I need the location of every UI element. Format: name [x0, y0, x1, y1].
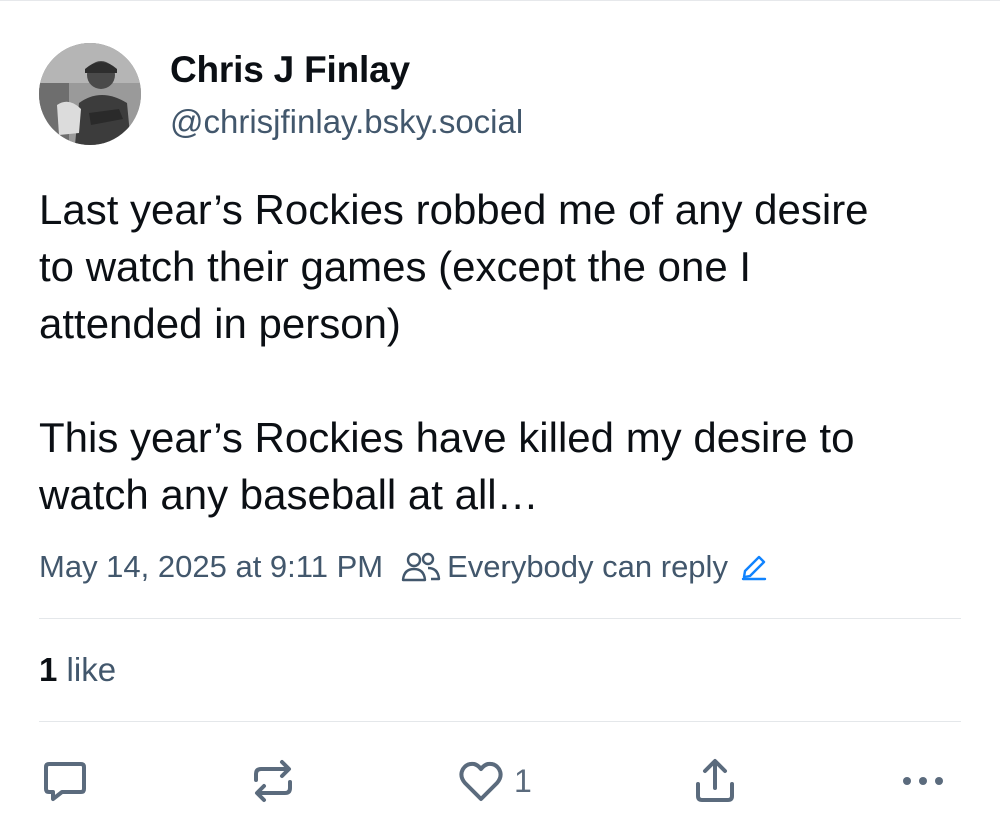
reply-setting-label: Everybody can reply	[447, 549, 728, 584]
post-text-line: attended in person)	[39, 300, 401, 347]
repost-icon	[254, 760, 292, 802]
divider	[39, 618, 961, 619]
avatar[interactable]	[39, 43, 141, 145]
post-text: Last year’s Rockies robbed me of any des…	[39, 181, 969, 523]
more-icon	[903, 777, 943, 785]
post-thread-view: Chris J Finlay @chrisjfinlay.bsky.social…	[0, 0, 1000, 826]
likes-count: 1	[39, 651, 58, 688]
post-actions-bar: 1	[0, 751, 1000, 811]
share-button[interactable]	[690, 751, 740, 811]
divider	[39, 721, 961, 722]
pencil-icon	[741, 555, 767, 581]
share-icon	[696, 759, 734, 802]
people-icon	[401, 552, 441, 582]
reply-button[interactable]	[40, 751, 90, 811]
author-display-name[interactable]: Chris J Finlay	[170, 49, 410, 91]
like-button[interactable]: 1	[456, 751, 532, 811]
repost-button[interactable]	[248, 751, 298, 811]
post-meta: May 14, 2025 at 9:11 PM Everybody can re…	[39, 549, 768, 585]
likes-label: like	[57, 651, 117, 688]
likes-summary[interactable]: 1 like	[39, 651, 116, 689]
more-options-button[interactable]	[898, 751, 948, 811]
post-text-line: watch any baseball at all…	[39, 471, 539, 518]
heart-icon	[459, 761, 503, 801]
like-button-count: 1	[514, 762, 532, 799]
author-handle[interactable]: @chrisjfinlay.bsky.social	[170, 103, 523, 141]
post-text-line: Last year’s Rockies robbed me of any des…	[39, 186, 869, 233]
post-text-line: to watch their games (except the one I	[39, 243, 752, 290]
post-timestamp[interactable]: May 14, 2025 at 9:11 PM	[39, 549, 383, 585]
avatar-photo	[39, 43, 141, 145]
post-text-line: This year’s Rockies have killed my desir…	[39, 414, 855, 461]
reply-setting-button[interactable]: Everybody can reply	[401, 549, 768, 585]
reply-icon	[44, 762, 86, 801]
